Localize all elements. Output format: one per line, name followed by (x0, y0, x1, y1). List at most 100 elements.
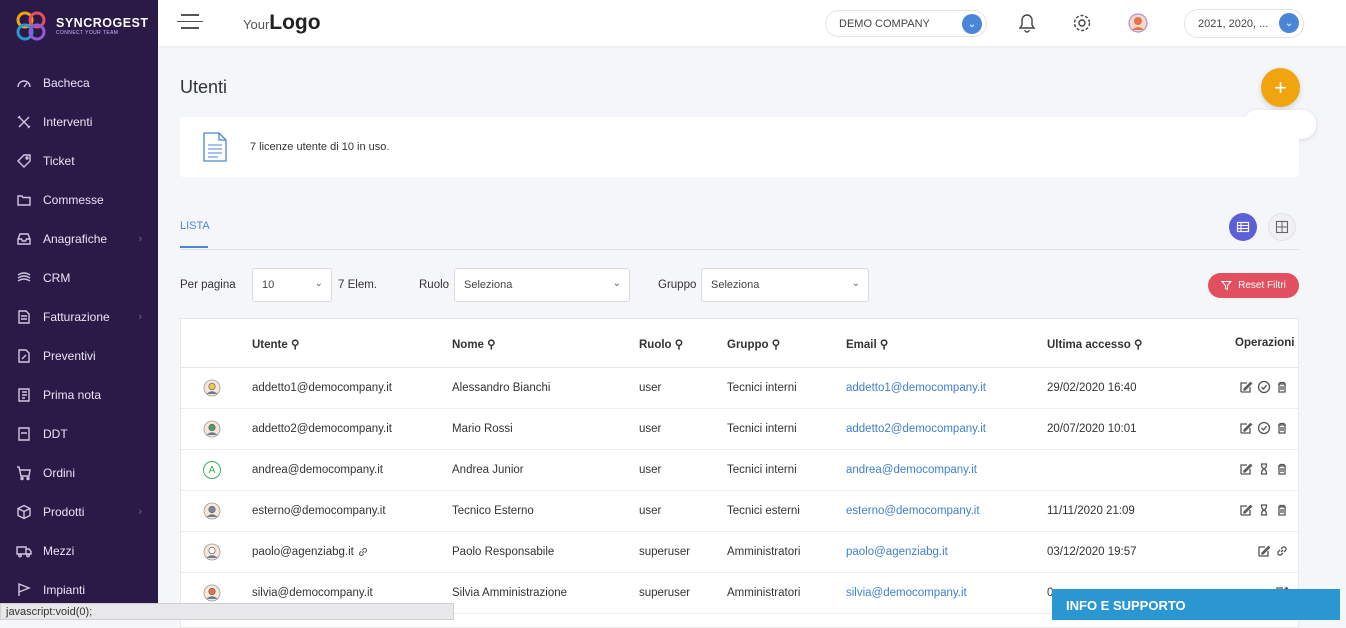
hourglass-icon[interactable] (1257, 462, 1271, 476)
inbox-icon (17, 232, 31, 245)
tab-divider (180, 249, 1299, 250)
table-row: addetto1@democompany.it Alessandro Bianch… (181, 368, 1298, 409)
dashboard-icon (17, 79, 31, 87)
link-icon[interactable] (1275, 544, 1289, 558)
edit-icon[interactable] (1239, 503, 1253, 517)
sidebar-item-label: Prima nota (43, 387, 102, 402)
sidebar-item-ticket[interactable]: Ticket (0, 141, 158, 180)
last-access-cell: 20/07/2020 10:01 (1047, 423, 1137, 435)
header-last-access[interactable]: Ultima accesso ⚲ (1047, 337, 1142, 351)
sidebar-item-label: CRM (43, 270, 71, 285)
header-user[interactable]: Utente ⚲ (252, 337, 299, 351)
sidebar-item-mezzi[interactable]: Mezzi (0, 531, 158, 570)
info-support-button[interactable]: INFO E SUPPORTO (1052, 589, 1340, 620)
avatar-initial: A (203, 461, 221, 479)
header-group[interactable]: Gruppo ⚲ (727, 337, 780, 351)
sidebar-item-prima-nota[interactable]: Prima nota (0, 375, 158, 414)
search-icon: ⚲ (771, 339, 781, 351)
trash-icon[interactable] (1275, 421, 1289, 435)
sidebar-item-interventi[interactable]: Interventi (0, 102, 158, 141)
role-cell: user (639, 464, 662, 476)
sidebar-item-ddt[interactable]: DDT (0, 414, 158, 453)
sidebar-item-commesse[interactable]: Commesse (0, 180, 158, 219)
company-name: DEMO COMPANY (839, 18, 930, 30)
header-name[interactable]: Nome ⚲ (452, 337, 496, 351)
search-icon: ⚲ (1133, 339, 1143, 351)
folder-icon (17, 194, 31, 206)
sidebar-item-preventivi[interactable]: Preventivi (0, 336, 158, 375)
per-page-value: 10 (262, 279, 275, 291)
role-cell: user (639, 505, 662, 517)
box-icon (17, 504, 31, 519)
last-access-cell: 29/02/2020 16:40 (1047, 382, 1137, 394)
sidebar-item-fatturazione[interactable]: Fatturazione › (0, 297, 158, 336)
sidebar: SYNCROGEST CONNECT YOUR TEAM Bacheca Inte… (0, 0, 158, 620)
sidebar-item-crm[interactable]: CRM (0, 258, 158, 297)
topbar: YourLogo DEMO COMPANY ⌄ 2021, 2020, ... … (158, 0, 1346, 46)
sidebar-item-ordini[interactable]: Ordini (0, 453, 158, 492)
sidebar-item-label: Prodotti (43, 504, 85, 519)
tab-lista[interactable]: LISTA (180, 220, 210, 248)
users-table: Utente ⚲ Nome ⚲ Ruolo ⚲ Gruppo ⚲ Email ⚲… (180, 318, 1299, 628)
approve-icon[interactable] (1257, 380, 1271, 394)
add-new-button[interactable]: + (1261, 68, 1300, 107)
reset-filters-label: Reset Filtri (1238, 280, 1286, 291)
user-avatar-icon[interactable] (1127, 12, 1149, 34)
flag-icon (18, 582, 31, 596)
list-icon (1236, 221, 1250, 233)
group-filter-select[interactable]: Seleziona ⌄ (701, 268, 869, 302)
email-link[interactable]: andrea@democompany.it (846, 464, 977, 476)
header-operations: Operazioni (1235, 337, 1295, 349)
menu-toggle-icon[interactable] (177, 14, 203, 32)
user-cell: esterno@democompany.it (252, 505, 386, 517)
edit-icon[interactable] (1257, 544, 1271, 558)
brand[interactable]: SYNCROGEST CONNECT YOUR TEAM (0, 0, 158, 52)
list-view-button[interactable] (1229, 213, 1257, 241)
trash-icon[interactable] (1275, 503, 1289, 517)
user-cell: paolo@agenziabg.it (252, 546, 369, 558)
header-email[interactable]: Email ⚲ (846, 337, 888, 351)
email-link[interactable]: esterno@democompany.it (846, 505, 980, 517)
chevron-right-icon: › (138, 505, 142, 518)
group-cell: Tecnici interni (727, 382, 797, 394)
plus-icon: + (1274, 74, 1287, 100)
trash-icon[interactable] (1275, 462, 1289, 476)
role-filter-select[interactable]: Seleziona ⌄ (454, 268, 630, 302)
header-role[interactable]: Ruolo ⚲ (639, 337, 683, 351)
email-link[interactable]: silvia@democompany.it (846, 587, 967, 599)
edit-icon[interactable] (1239, 462, 1253, 476)
group-filter-value: Seleziona (711, 279, 760, 291)
email-link[interactable]: addetto1@democompany.it (846, 382, 986, 394)
name-cell: Paolo Responsabile (452, 546, 555, 558)
edit-icon[interactable] (1239, 380, 1253, 394)
sidebar-item-label: Preventivi (43, 348, 96, 363)
gear-icon[interactable] (1071, 12, 1093, 34)
grid-view-button[interactable] (1268, 213, 1296, 241)
reset-filters-button[interactable]: Reset Filtri (1208, 273, 1299, 298)
last-access-cell: 11/11/2020 21:09 (1047, 505, 1135, 517)
avatar (203, 502, 221, 520)
notebook-icon (18, 387, 30, 402)
hourglass-icon[interactable] (1257, 503, 1271, 517)
sidebar-item-prodotti[interactable]: Prodotti › (0, 492, 158, 531)
row-operations (1239, 380, 1289, 394)
company-selector[interactable]: DEMO COMPANY ⌄ (825, 10, 987, 37)
bell-icon[interactable] (1016, 12, 1038, 34)
brand-name: SYNCROGEST (56, 15, 149, 30)
sidebar-nav: Bacheca Interventi Ticket Commesse Anagrafic… (0, 63, 158, 609)
sidebar-item-label: Impianti (43, 582, 86, 597)
trash-icon[interactable] (1275, 380, 1289, 394)
sidebar-item-label: DDT (43, 426, 68, 441)
edit-icon[interactable] (1239, 421, 1253, 435)
page-title: Utenti (180, 77, 228, 97)
sidebar-item-anagrafiche[interactable]: Anagrafiche › (0, 219, 158, 258)
company-logo[interactable]: YourLogo (243, 11, 321, 35)
year-selector[interactable]: 2021, 2020, ... ⌄ (1184, 9, 1304, 38)
sidebar-item-bacheca[interactable]: Bacheca (0, 63, 158, 102)
email-link[interactable]: paolo@agenziabg.it (846, 546, 948, 558)
email-link[interactable]: addetto2@democompany.it (846, 423, 986, 435)
per-page-select[interactable]: 10 ⌄ (252, 268, 332, 302)
sidebar-item-label: Anagrafiche (43, 231, 108, 246)
table-body: addetto1@democompany.it Alessandro Bianch… (181, 368, 1298, 614)
approve-icon[interactable] (1257, 421, 1271, 435)
